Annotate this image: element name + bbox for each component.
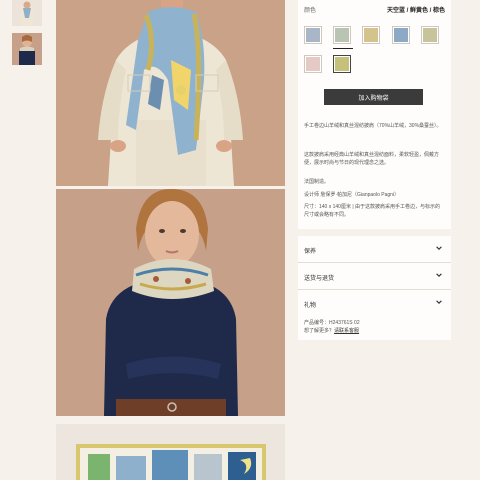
product-photo-3: [56, 424, 285, 480]
add-to-bag-button[interactable]: 加入购物袋: [324, 89, 423, 105]
description-detail: 这款披肩采用经典山羊绒和真丝混纺面料，柔软轻盈，佩戴方便，展示时尚与节日的现代理…: [304, 152, 440, 166]
chevron-down-icon: [436, 273, 442, 277]
color-swatch-7-selected[interactable]: [333, 55, 351, 73]
color-swatch-1[interactable]: [304, 26, 322, 44]
thumbnail-1[interactable]: [12, 0, 42, 26]
color-swatch-5[interactable]: [421, 26, 439, 44]
contact-line: 想了解更多？请联系客服: [304, 327, 359, 334]
color-label: 颜色: [304, 8, 317, 14]
accordion-delivery-returns[interactable]: 送货与退货: [298, 263, 451, 290]
product-photo-1: [56, 0, 285, 186]
product-code-value: H243761S 02: [329, 320, 360, 326]
accordion-label: 保养: [304, 249, 317, 255]
description-origin: 法国制造。: [304, 179, 330, 185]
color-value: 天空蓝 / 鲜黄色 / 棕色: [386, 8, 445, 14]
thumbnail-image: [12, 33, 42, 65]
product-details-panel: 颜色 天空蓝 / 鲜黄色 / 棕色 加入购物袋 手工卷边山羊绒和真丝混纺披肩（7…: [298, 0, 451, 229]
model-image: [56, 0, 285, 186]
color-row: 颜色 天空蓝 / 鲜黄色 / 棕色: [304, 5, 445, 14]
product-code-label: 产品编号：: [304, 320, 330, 326]
accordion-label: 送货与退货: [304, 276, 335, 282]
description-size: 尺寸：140 x 140厘米 | 由于这款披肩采用手工卷边，与标示的尺寸或会略有…: [304, 204, 441, 218]
color-swatch-6[interactable]: [304, 55, 322, 73]
description-designer: 设计师 詹保罗·帕加尼（Gianpaolo Pagni）: [304, 192, 400, 198]
model-image: [56, 189, 285, 416]
color-swatch-3[interactable]: [362, 26, 380, 44]
product-photo-2: [56, 189, 285, 416]
accordion-gift[interactable]: 礼物: [298, 290, 451, 317]
accordion-label: 礼物: [304, 303, 317, 309]
contact-service-link[interactable]: 请联系客服: [334, 328, 359, 334]
info-accordion: 保养 送货与退货 礼物 产品编号：H243761S 02 想了解更多？请联系客服: [298, 236, 451, 340]
chevron-down-icon: [436, 246, 442, 250]
scarf-flat-image: [56, 424, 285, 480]
thumbnail-2[interactable]: [12, 33, 42, 65]
selected-swatch-indicator: [333, 48, 353, 49]
accordion-care[interactable]: 保养: [298, 236, 451, 263]
description-material: 手工卷边山羊绒和真丝混纺披肩（70%山羊绒，30%桑蚕丝）。: [304, 123, 442, 129]
product-code: 产品编号：H243761S 02: [304, 319, 360, 326]
color-swatch-4[interactable]: [392, 26, 410, 44]
chevron-down-icon: [436, 300, 442, 304]
color-swatch-2[interactable]: [333, 26, 351, 44]
thumbnail-image: [12, 0, 42, 26]
contact-prefix: 想了解更多？: [304, 328, 335, 334]
